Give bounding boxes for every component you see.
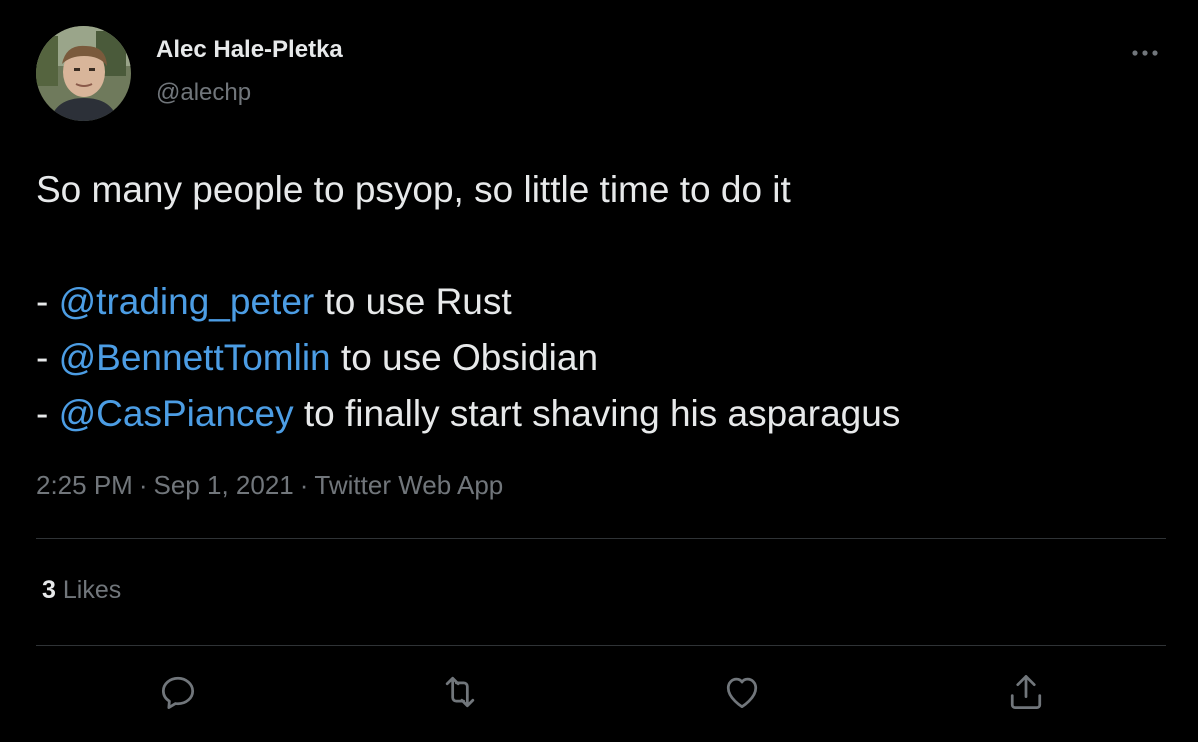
- tweet-item-2: - @BennettTomlin to use Obsidian: [36, 330, 1156, 386]
- avatar-photo: [36, 26, 131, 121]
- author-name[interactable]: Alec Hale-Pletka: [156, 36, 343, 64]
- divider: [36, 538, 1166, 539]
- item-prefix: -: [36, 393, 59, 434]
- retweet-button[interactable]: [438, 670, 482, 714]
- tweet-item-3: - @CasPiancey to finally start shaving h…: [36, 386, 1156, 442]
- avatar[interactable]: [36, 26, 131, 121]
- tweet-time[interactable]: 2:25 PM: [36, 470, 133, 500]
- tweet-item-1: - @trading_peter to use Rust: [36, 274, 1156, 330]
- reply-icon: [161, 676, 195, 709]
- tweet-meta: 2:25 PM · Sep 1, 2021 · Twitter Web App: [36, 470, 503, 501]
- more-icon: [1132, 50, 1158, 56]
- mention-trading-peter[interactable]: @trading_peter: [59, 281, 315, 322]
- tweet-text: So many people to psyop, so little time …: [36, 162, 1156, 442]
- tweet-source[interactable]: Twitter Web App: [314, 470, 503, 500]
- item-text: to use Rust: [314, 281, 512, 322]
- item-prefix: -: [36, 281, 59, 322]
- likes-label: Likes: [62, 576, 122, 604]
- author-handle[interactable]: @alechp: [156, 79, 251, 107]
- item-text: to finally start shaving his asparagus: [293, 393, 901, 434]
- share-button[interactable]: [1004, 670, 1048, 714]
- divider: [36, 645, 1166, 646]
- retweet-icon: [445, 676, 475, 708]
- share-icon: [1010, 675, 1042, 709]
- item-text: to use Obsidian: [330, 337, 599, 378]
- heart-icon: [726, 677, 758, 709]
- mention-cas-piancey[interactable]: @CasPiancey: [59, 393, 294, 434]
- meta-separator: ·: [138, 470, 148, 500]
- like-button[interactable]: [720, 670, 764, 714]
- meta-separator: ·: [299, 470, 309, 500]
- mention-bennett-tomlin[interactable]: @BennettTomlin: [59, 337, 331, 378]
- likes-stat[interactable]: 3 Likes: [42, 576, 121, 605]
- reply-button[interactable]: [156, 670, 200, 714]
- tweet-line-1: So many people to psyop, so little time …: [36, 169, 791, 210]
- more-options-button[interactable]: [1126, 38, 1166, 68]
- tweet-date[interactable]: Sep 1, 2021: [154, 470, 294, 500]
- likes-count: 3: [42, 576, 56, 604]
- tweet-card: Alec Hale-Pletka @alechp So many people …: [0, 0, 1198, 742]
- item-prefix: -: [36, 337, 59, 378]
